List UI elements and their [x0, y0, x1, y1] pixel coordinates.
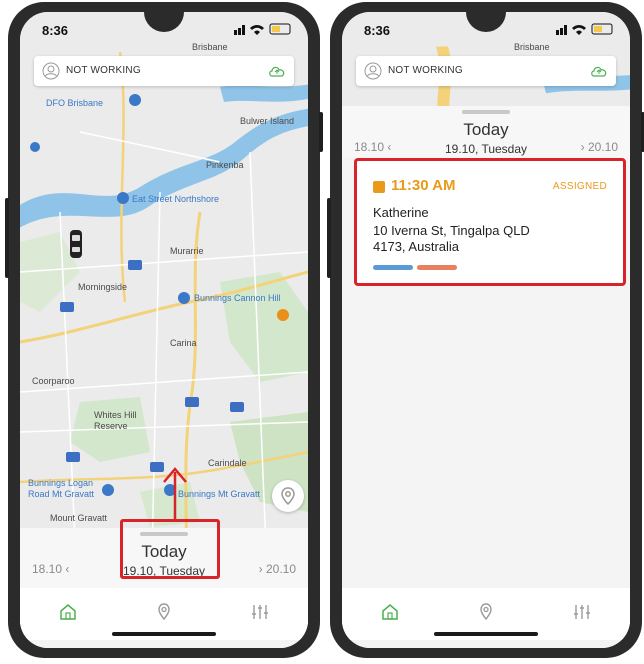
home-icon — [382, 604, 398, 620]
job-tag-blue — [373, 265, 413, 270]
home-icon — [60, 604, 76, 620]
next-day-button[interactable]: › 20.10 — [259, 562, 296, 576]
avatar-icon — [364, 62, 382, 80]
tab-map[interactable] — [154, 602, 174, 627]
location-pin-icon — [158, 603, 170, 621]
next-day-label: 20.10 — [587, 140, 618, 154]
screen-jobs: Brisbane 8:36 NOT WORKING Today 19.10, T… — [342, 12, 630, 648]
next-day-button[interactable]: › 20.10 — [581, 140, 618, 154]
prev-day-button[interactable]: 18.10 ‹ — [354, 140, 391, 154]
recenter-button[interactable] — [272, 480, 304, 512]
map-label: Pinkenba — [206, 160, 244, 170]
today-highlight-box — [120, 519, 220, 579]
map-label: Coorparoo — [32, 376, 75, 386]
tab-home[interactable] — [58, 602, 78, 627]
home-indicator — [112, 632, 216, 636]
job-address-line2: 4173, Australia — [373, 239, 460, 254]
job-type-icon — [373, 181, 385, 193]
job-card[interactable]: 11:30 AM ASSIGNED Katherine 10 Iverna St… — [354, 158, 626, 286]
side-button — [319, 112, 323, 152]
side-button — [327, 198, 331, 278]
tab-settings[interactable] — [250, 602, 270, 627]
work-status-label: NOT WORKING — [388, 65, 463, 76]
chevron-left-icon: ‹ — [387, 140, 392, 154]
map-label: Eat Street Northshore — [132, 194, 220, 204]
sliders-icon — [574, 605, 590, 619]
tab-bar — [342, 588, 630, 640]
map-label: Morningside — [78, 282, 128, 292]
prev-day-button[interactable]: 18.10 ‹ — [32, 562, 69, 576]
tab-home[interactable] — [380, 602, 400, 627]
job-customer-name: Katherine — [373, 205, 429, 220]
day-navigator: Today 19.10, Tuesday 18.10 ‹ › 20.10 — [342, 106, 630, 158]
tab-bar — [20, 588, 308, 640]
map-label: Mount Gravatt — [50, 513, 108, 523]
chevron-right-icon: › — [580, 140, 585, 154]
map-label: Whites Hill Reserve — [94, 410, 137, 431]
map-label: Bulwer Island — [240, 116, 295, 126]
work-status-bar[interactable]: NOT WORKING — [34, 56, 294, 86]
prev-day-label: 18.10 — [354, 140, 385, 154]
map-label: DFO Brisbane — [46, 98, 104, 108]
prev-day-label: 18.10 — [32, 562, 63, 576]
day-title: Today — [463, 120, 509, 139]
work-status-label: NOT WORKING — [66, 65, 141, 76]
map-label: Bunnings Logan Road Mt Gravatt — [28, 478, 95, 499]
sliders-icon — [252, 605, 268, 619]
status-icons — [556, 23, 613, 35]
location-pin-icon — [281, 487, 295, 506]
next-day-label: 20.10 — [265, 562, 296, 576]
avatar-icon — [42, 62, 60, 80]
cloud-sync-icon — [591, 66, 607, 77]
map-label: Bunnings Mt Gravatt — [178, 489, 261, 499]
job-time: 11:30 AM — [391, 177, 456, 194]
side-button — [5, 198, 9, 278]
chevron-left-icon: ‹ — [65, 562, 70, 576]
job-status-badge: ASSIGNED — [552, 181, 607, 192]
status-time: 8:36 — [42, 23, 69, 38]
status-icons — [234, 23, 291, 35]
map-label: Carindale — [208, 458, 247, 468]
home-indicator — [434, 632, 538, 636]
phone-right: Brisbane 8:36 NOT WORKING Today 19.10, T… — [327, 2, 644, 658]
map-label: Murarrie — [170, 246, 204, 256]
tab-settings[interactable] — [572, 602, 592, 627]
job-address-line1: 10 Iverna St, Tingalpa QLD — [373, 223, 530, 238]
map-label: Carina — [170, 338, 197, 348]
location-pin-icon — [480, 603, 492, 621]
job-tag-orange — [417, 265, 457, 270]
work-status-bar[interactable]: NOT WORKING — [356, 56, 616, 86]
tab-map[interactable] — [476, 602, 496, 627]
status-time: 8:36 — [364, 23, 391, 38]
cloud-sync-icon — [269, 66, 285, 77]
map-label: Bunnings Cannon Hill — [194, 293, 281, 303]
sheet-grabber[interactable] — [462, 110, 510, 114]
chevron-right-icon: › — [258, 562, 263, 576]
